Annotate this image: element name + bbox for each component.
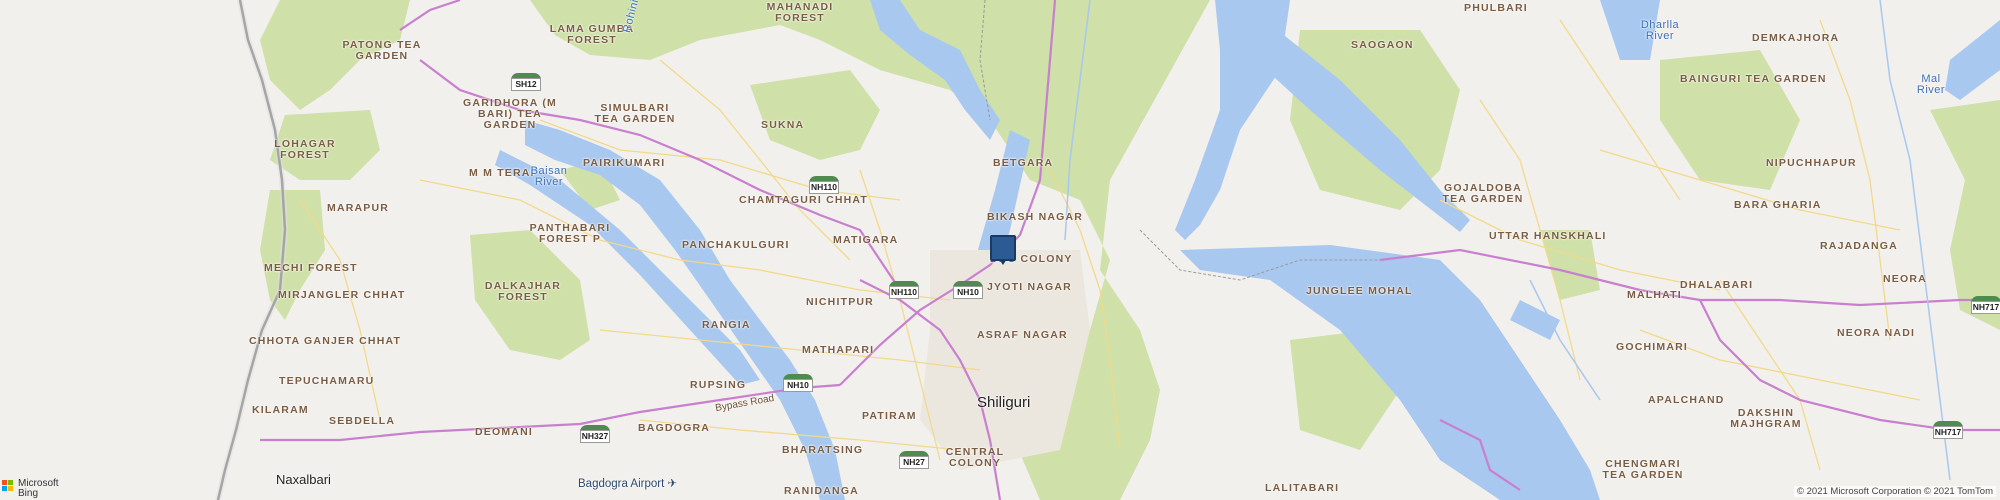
logo-text-line2: Bing <box>18 488 39 499</box>
place-label: RANGIA <box>702 319 751 331</box>
place-label: NEORA <box>1883 273 1927 285</box>
place-label: PAIRIKUMARI <box>583 157 666 169</box>
place-label: LALITABARI <box>1265 482 1340 494</box>
place-label: CHAMTAGURI CHHAT <box>739 194 869 206</box>
road-shield-nh10: NH10 <box>953 281 983 299</box>
place-label: APALCHAND <box>1648 394 1725 406</box>
place-label: RANIDANGA <box>784 485 859 497</box>
place-label: CENTRAL COLONY <box>945 446 1005 469</box>
place-label: SIMULBARI TEA GARDEN <box>594 102 676 125</box>
place-label: DAKSHIN MAJHGRAM <box>1730 407 1802 430</box>
place-label: NEORA NADI <box>1837 327 1916 339</box>
place-label: ASRAF NAGAR <box>977 329 1068 341</box>
place-label: NIPUCHHAPUR <box>1766 157 1857 169</box>
microsoft-logo-icon <box>2 480 14 492</box>
copyright-notice: © 2021 Microsoft Corporation © 2021 TomT… <box>1794 486 1996 497</box>
road-shield-nh27: NH27 <box>899 451 929 469</box>
place-label: MARAPUR <box>327 202 390 214</box>
place-label: PANCHAKULGURI <box>682 239 790 251</box>
place-label: JUNGLEE MOHAL <box>1306 285 1413 297</box>
road-shield-nh717: NH717 <box>1971 296 2000 314</box>
airport-label[interactable]: Bagdogra Airport ✈ <box>578 476 677 490</box>
place-label: TEPUCHAMARU <box>279 375 375 387</box>
place-label: M M TERAI <box>469 167 535 179</box>
river-label: Baisan River <box>530 165 568 188</box>
place-label: GOJALDOBA TEA GARDEN <box>1442 182 1524 205</box>
bing-logo[interactable]: Microsoft Bing <box>18 479 59 499</box>
place-label: LOHAGAR FOREST <box>274 138 336 161</box>
place-label: BAINGURI TEA GARDEN <box>1680 73 1827 85</box>
road-shield-nh110: NH110 <box>889 281 919 299</box>
place-label: MECHI FOREST <box>264 262 358 274</box>
place-label: CHHOTA GANJER CHHAT <box>249 335 402 347</box>
place-label: GOCHIMARI <box>1616 341 1689 353</box>
place-label: BETGARA <box>993 157 1054 169</box>
road-shield-nh717: NH717 <box>1933 421 1963 439</box>
place-label: MATIGARA <box>833 234 899 246</box>
place-label: PATONG TEA GARDEN <box>342 39 422 62</box>
road-shield-nh110: NH110 <box>809 176 839 194</box>
place-label: PANTHABARI FOREST P <box>529 222 611 245</box>
place-label: UTTAR HANSKHALI <box>1489 230 1607 242</box>
city-label[interactable]: Shiliguri <box>977 394 1030 411</box>
place-label: JYOTI NAGAR <box>987 281 1072 293</box>
place-label: BIKASH NAGAR <box>987 211 1084 223</box>
location-pin[interactable] <box>990 235 1016 265</box>
place-label: NICHITPUR <box>806 296 874 308</box>
place-label: PHULBARI <box>1464 2 1528 14</box>
place-label: MAHANADI FOREST <box>766 1 834 24</box>
place-label: DEOMANI <box>475 426 533 438</box>
place-label: SEBDELLA <box>329 415 396 427</box>
road-shield-nh327: NH327 <box>580 425 610 443</box>
place-label: RUPSING <box>690 379 747 391</box>
river-label: Mal River <box>1916 73 1946 96</box>
place-label: DEMKAJHORA <box>1752 32 1840 44</box>
river-label: Dharlla River <box>1640 19 1680 42</box>
place-label: BAGDOGRA <box>638 422 711 434</box>
place-label: RAJADANGA <box>1820 240 1898 252</box>
place-label: CHENGMARI TEA GARDEN <box>1602 458 1684 481</box>
place-label: DALKAJHAR FOREST <box>484 280 562 303</box>
map-canvas[interactable]: MAHANADI FOREST LAMA GUMBA FOREST PATONG… <box>0 0 2000 500</box>
road-shield-sh12: SH12 <box>511 73 541 91</box>
road-shield-nh10: NH10 <box>783 374 813 392</box>
place-label: PATIRAM <box>862 410 917 422</box>
place-label: BHARATSING <box>782 444 864 456</box>
place-label: KILARAM <box>252 404 309 416</box>
place-label: SAOGAON <box>1351 39 1414 51</box>
place-label: BARA GHARIA <box>1734 199 1822 211</box>
place-label: MALHATI <box>1627 289 1682 301</box>
place-label: SUKNA <box>761 119 805 131</box>
place-label: DHALABARI <box>1680 279 1754 291</box>
place-label: GARIDHORA (M BARI) TEA GARDEN <box>463 97 557 131</box>
place-label: MATHAPARI <box>802 344 875 356</box>
town-label: Naxalbari <box>276 472 331 487</box>
place-label: MIRJANGLER CHHAT <box>278 289 406 301</box>
